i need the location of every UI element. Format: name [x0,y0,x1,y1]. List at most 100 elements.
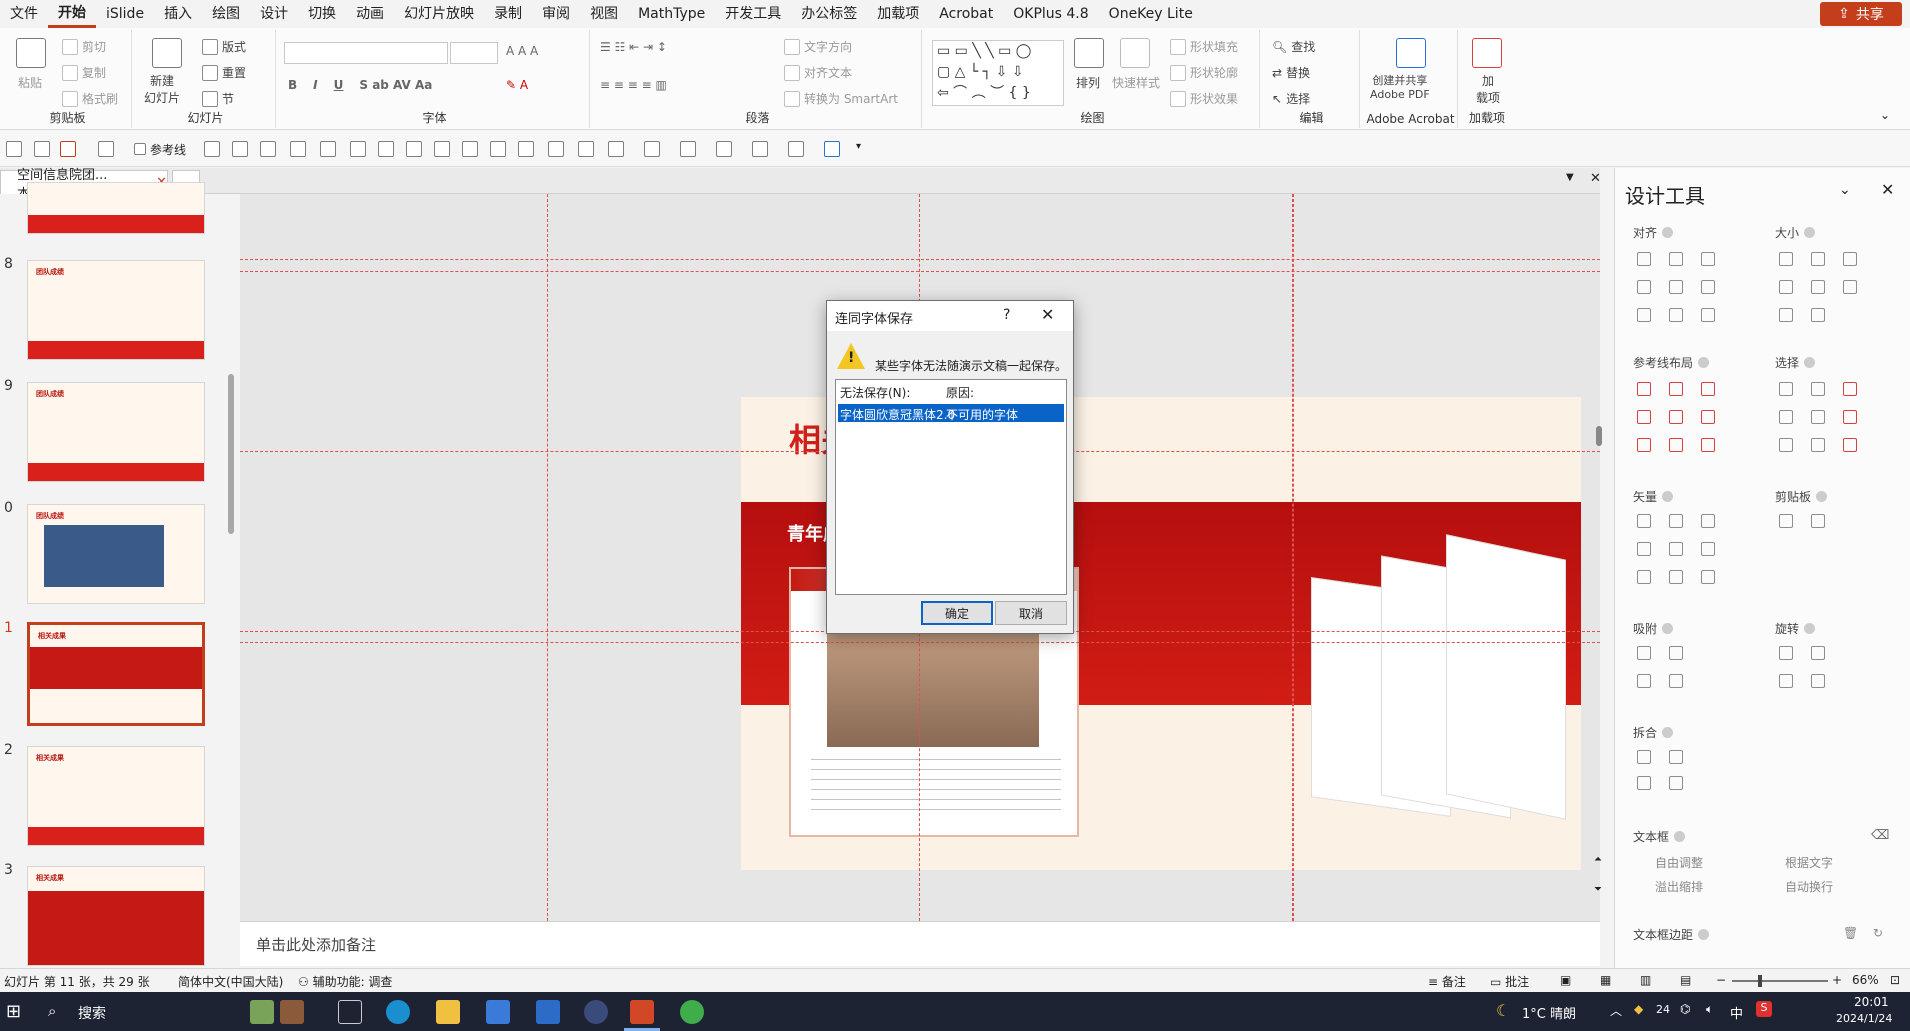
flip-icon-2[interactable] [1811,674,1825,688]
guide-line[interactable] [240,642,1600,643]
clock-date[interactable]: 2024/1/24 [1836,1012,1892,1025]
replace-button[interactable]: ⇄ 替换 [1272,64,1310,81]
align-left-icon[interactable] [1637,252,1651,266]
size-icon-4[interactable] [1779,280,1793,294]
menu-animations[interactable]: 动画 [346,0,394,28]
guide-line[interactable] [547,194,548,921]
accessibility-status[interactable]: ⚇ 辅助功能: 调查 [298,973,392,990]
shape-outline-button[interactable]: 形状轮廓 [1170,64,1238,81]
guide-bottom-icon[interactable] [1701,410,1715,424]
next-slide-icon[interactable]: ⏷ [1594,884,1602,895]
reading-view-icon[interactable]: ▥ [1640,973,1651,987]
size-icon-6[interactable] [1843,280,1857,294]
collapse-ribbon-icon[interactable]: ⌄ [1880,108,1890,122]
file-explorer-icon[interactable] [436,1000,460,1024]
thumbnail-slide-8[interactable]: 团队成绩 [27,260,205,360]
size-height-icon[interactable] [1811,252,1825,266]
sorter-view-icon[interactable]: ▦ [1600,973,1611,987]
eraser-icon[interactable]: ⌫ [1871,828,1889,843]
guide-center-icon[interactable] [1669,382,1683,396]
volume-icon[interactable]: 🔈︎ [1706,1002,1713,1017]
zoom-level[interactable]: 66% [1852,973,1879,987]
quick-styles-button[interactable]: 快速样式 [1112,74,1160,91]
toolbar-icon-7[interactable] [260,141,276,157]
menu-draw[interactable]: 绘图 [202,0,250,28]
toolbar-icon-5[interactable] [204,141,220,157]
text-direction-button[interactable]: 文字方向 [784,38,852,55]
close-icon[interactable]: ✕ [1041,305,1054,324]
toolbar-icon-8[interactable] [290,141,306,157]
cancel-button[interactable]: 取消 [995,601,1067,625]
align-right-icon[interactable] [1701,252,1715,266]
paste-icon[interactable] [16,38,46,68]
guide-top-icon[interactable] [1637,410,1651,424]
font-size-buttons[interactable]: A A A [506,44,538,58]
arrange-icon[interactable] [1074,38,1104,68]
guide-box-icon[interactable] [1701,438,1715,452]
tray-chevron-icon[interactable]: ︿ [1610,1002,1622,1019]
windows-start-icon[interactable]: ⊞ [6,1001,21,1022]
smartart-button[interactable]: 转换为 SmartArt [784,90,898,107]
distribute-v-icon[interactable] [1669,308,1683,322]
select-icon-1[interactable] [1779,382,1793,396]
menu-view[interactable]: 视图 [580,0,628,28]
thumbnail-slide-11[interactable]: 相关成果 [27,622,205,726]
paste-icon[interactable] [1811,514,1825,528]
zoom-slider[interactable] [1732,980,1828,982]
size-icon-5[interactable] [1811,280,1825,294]
align-buttons[interactable]: ≡ ≡ ≡ ≡ ▥ [600,78,667,92]
addins-icon[interactable] [1472,38,1502,68]
toolbar-icon-9[interactable] [320,141,336,157]
select-icon-3[interactable] [1843,382,1857,396]
zoom-slider-handle[interactable] [1758,975,1762,987]
toolbar-icon-10[interactable] [350,141,366,157]
tab-list-icon[interactable]: ▼ [1566,172,1574,183]
thumbnails-scrollbar[interactable] [228,374,234,534]
thumbnail-slide-13[interactable]: 相关成果 [27,866,205,966]
vector-icon-2[interactable] [1669,514,1683,528]
paste-button[interactable]: 粘贴 [18,74,42,91]
toolbar-icon-24[interactable] [788,141,804,157]
editor-scrollbar[interactable]: ⏶ ⏷ [1590,194,1610,921]
split-icon-2[interactable] [1669,750,1683,764]
menu-mathtype[interactable]: MathType [628,0,715,28]
fit-slide-icon[interactable]: ⊡ [1890,973,1900,987]
eye-icon[interactable] [1843,438,1857,452]
guide-v-icon[interactable] [1669,438,1683,452]
format-painter-button[interactable]: 格式刷 [62,90,118,107]
edge-icon[interactable] [386,1000,410,1024]
new-slide-button[interactable]: 新建 幻灯片 [144,72,180,106]
thumbnail-slide-10[interactable]: 团队成绩 [27,504,205,604]
size-width-icon[interactable] [1779,252,1793,266]
menu-office-tab[interactable]: 办公标签 [791,0,867,28]
distribute-icon[interactable] [1701,308,1715,322]
size-icon-8[interactable] [1811,308,1825,322]
guide-left-icon[interactable] [1637,382,1651,396]
select-cursor-icon[interactable] [1843,410,1857,424]
powerpoint-icon[interactable] [630,1000,654,1024]
create-pdf-button[interactable]: 创建并共享 Adobe PDF [1370,72,1430,101]
toolbar-icon-20[interactable] [644,141,660,157]
rotate-icon-2[interactable] [1811,646,1825,660]
cut-button[interactable]: 剪切 [62,38,106,55]
split-icon-3[interactable] [1637,776,1651,790]
toolbar-icon-3[interactable] [60,141,76,157]
new-slide-icon[interactable] [152,38,182,68]
textbox-option-free[interactable]: 自由调整 [1655,854,1703,871]
zoom-out-icon[interactable]: − [1716,973,1726,987]
guide-line[interactable] [1293,194,1294,921]
font-name-combo[interactable] [284,42,448,64]
guide-line[interactable] [240,259,1600,260]
zoom-in-icon[interactable]: + [1832,973,1842,987]
network-icon[interactable]: ⌬ [1680,1002,1690,1016]
menu-home[interactable]: 开始 [48,0,96,28]
textbox-option-shrink[interactable]: 溢出缩排 [1655,878,1703,895]
tray-app-icon[interactable]: ◆ [1634,1002,1643,1016]
menu-islide[interactable]: iSlide [96,0,154,28]
align-text-button[interactable]: 对齐文本 [784,64,852,81]
toolbar-icon-22[interactable] [716,141,732,157]
toolbar-icon-19[interactable] [608,141,624,157]
ime-s-icon[interactable]: S [1756,1001,1772,1017]
font-format-buttons[interactable]: B I U S ab AV Aa [288,78,432,92]
align-top-icon[interactable] [1637,280,1651,294]
